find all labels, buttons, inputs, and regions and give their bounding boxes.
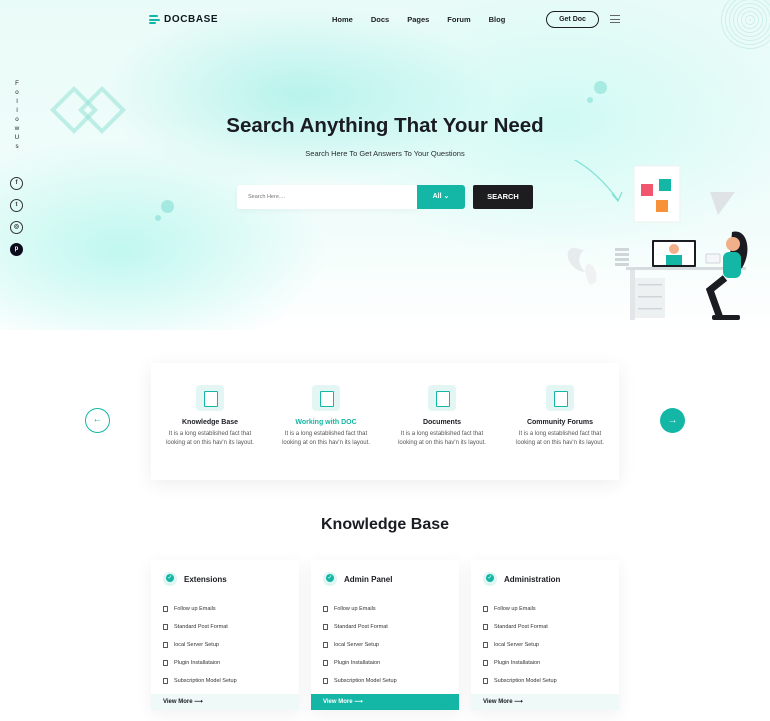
hero-title: Search Anything That Your Need — [226, 114, 544, 137]
section-title: Knowledge Base — [320, 516, 450, 533]
facebook-icon[interactable]: f — [10, 177, 23, 190]
view-more-button[interactable]: View More ⟶ — [151, 694, 299, 710]
forum-icon — [546, 385, 574, 411]
hero-illustration — [567, 160, 748, 320]
kb-link[interactable]: Plugin Installataion — [163, 654, 237, 672]
kb-link[interactable]: Follow up Emails — [323, 600, 397, 618]
category-item[interactable]: Community Forums It is a long establishe… — [505, 385, 615, 448]
file-icon — [323, 678, 328, 684]
twitter-icon[interactable]: t — [10, 199, 23, 212]
logo-text: DOCBASE — [164, 14, 219, 25]
kb-link[interactable]: local Server Setup — [483, 636, 557, 654]
file-icon — [483, 624, 488, 630]
file-icon — [163, 642, 168, 648]
kb-link[interactable]: Plugin Installataion — [483, 654, 557, 672]
category-filter-dropdown[interactable]: All ⌄ — [417, 185, 465, 209]
kb-card-title: Admin Panel — [344, 574, 393, 584]
check-icon — [483, 572, 497, 586]
chart-icon — [312, 385, 340, 411]
check-icon — [163, 572, 177, 586]
instagram-icon[interactable]: ◎ — [10, 221, 23, 234]
nav-item-forum[interactable]: Forum — [447, 15, 470, 24]
file-icon — [483, 642, 488, 648]
kb-card: Extensions Follow up Emails Standard Pos… — [151, 560, 299, 710]
kb-link[interactable]: local Server Setup — [163, 636, 237, 654]
chevron-down-icon: ⌄ — [443, 193, 450, 200]
bubble-decoration — [155, 215, 161, 221]
file-icon — [163, 660, 168, 666]
search-button[interactable]: SEARCH — [473, 185, 533, 209]
logo[interactable]: DOCBASE — [149, 14, 218, 25]
hero-subtitle: Search Here To Get Answers To Your Quest… — [305, 149, 465, 158]
logo-icon — [149, 15, 160, 24]
kb-card: Admin Panel Follow up Emails Standard Po… — [311, 560, 459, 710]
check-icon — [323, 572, 337, 586]
kb-link[interactable]: Follow up Emails — [163, 600, 237, 618]
bubble-decoration — [594, 81, 607, 94]
file-icon — [483, 606, 488, 612]
search-input[interactable] — [237, 185, 417, 209]
kb-link[interactable]: Subscription Model Setup — [163, 672, 237, 690]
file-icon — [483, 678, 488, 684]
category-item[interactable]: Knowledge Base It is a long established … — [155, 385, 265, 448]
document-icon — [428, 385, 456, 411]
file-icon — [323, 660, 328, 666]
slider-next-button[interactable]: → — [660, 408, 685, 433]
category-item[interactable]: Documents It is a long established fact … — [387, 385, 497, 448]
arrow-right-icon: ⟶ — [194, 699, 203, 705]
file-icon — [483, 660, 488, 666]
file-icon — [163, 606, 168, 612]
file-icon — [323, 606, 328, 612]
file-icon — [323, 624, 328, 630]
kb-link[interactable]: Standard Post Format — [323, 618, 397, 636]
kb-link[interactable]: Standard Post Format — [483, 618, 557, 636]
arrow-right-icon: ⟶ — [354, 699, 363, 705]
bubble-decoration — [587, 97, 593, 103]
kb-link[interactable]: Follow up Emails — [483, 600, 557, 618]
kb-card-title: Extensions — [184, 574, 227, 584]
kb-link[interactable]: Standard Post Format — [163, 618, 237, 636]
nav-item-blog[interactable]: Blog — [489, 15, 506, 24]
arrow-right-icon: ⟶ — [514, 699, 523, 705]
file-icon — [163, 624, 168, 630]
nav-item-home[interactable]: Home — [332, 15, 353, 24]
slider-prev-button[interactable]: ← — [85, 408, 110, 433]
main-menu: Home Docs Pages Forum Blog — [332, 15, 523, 24]
view-more-button[interactable]: View More ⟶ — [311, 694, 459, 710]
kb-link[interactable]: Subscription Model Setup — [483, 672, 557, 690]
file-icon — [163, 678, 168, 684]
kb-card-title: Administration — [504, 574, 561, 584]
category-item[interactable]: Working with DOC It is a long establishe… — [271, 385, 381, 448]
nav-item-pages[interactable]: Pages — [407, 15, 429, 24]
hamburger-icon[interactable] — [610, 15, 620, 23]
category-slider: Knowledge Base It is a long established … — [151, 363, 619, 480]
kb-link[interactable]: local Server Setup — [323, 636, 397, 654]
view-more-button[interactable]: View More ⟶ — [471, 694, 619, 710]
nav-item-docs[interactable]: Docs — [371, 15, 389, 24]
navbar: DOCBASE Home Docs Pages Forum Blog Get D… — [0, 9, 770, 31]
pinterest-icon[interactable]: p — [10, 243, 23, 256]
kb-link[interactable]: Plugin Installataion — [323, 654, 397, 672]
kb-card: Administration Follow up Emails Standard… — [471, 560, 619, 710]
bubble-decoration — [161, 200, 174, 213]
kb-link[interactable]: Subscription Model Setup — [323, 672, 397, 690]
file-icon — [323, 642, 328, 648]
get-doc-button[interactable]: Get Doc — [546, 11, 599, 28]
book-icon — [196, 385, 224, 411]
